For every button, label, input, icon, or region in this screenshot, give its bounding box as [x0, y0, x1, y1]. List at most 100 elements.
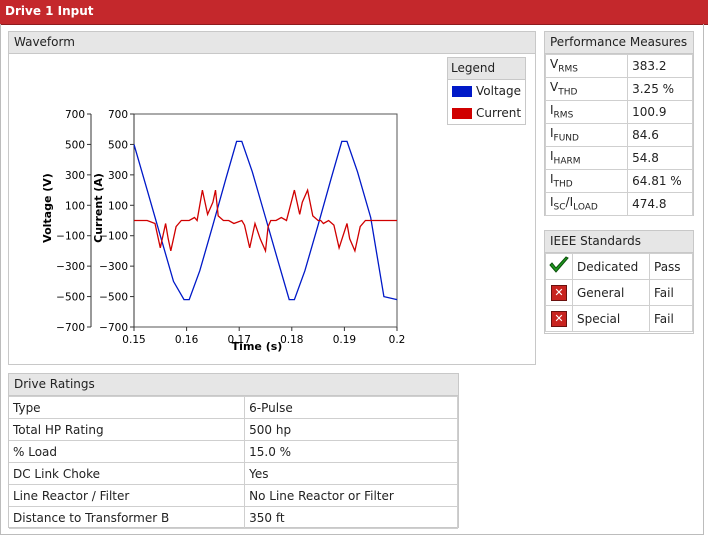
drive-rating-row: % Load 15.0 %: [9, 440, 458, 463]
drive-rating-row: DC Link Choke Yes: [9, 462, 458, 485]
y-tick-label-voltage: 100: [65, 200, 85, 212]
performance-table: VRMS 383.2 VTHD 3.25 % IRMS 100.9 IFUND 84.6 IHA…: [544, 54, 693, 216]
y-tick-label-voltage: −100: [56, 231, 85, 243]
performance-row: ISC/ILOAD 474.8: [544, 192, 693, 216]
performance-label: VRMS: [544, 54, 629, 78]
drive-ratings-table: Type 6-Pulse Total HP Rating 500 hp% Load 15…: [9, 396, 458, 529]
ieee-result: Fail: [649, 279, 693, 306]
y-tick-label-current: −300: [99, 261, 128, 273]
window-title-bar: Drive 1 Input: [0, 0, 708, 25]
y-tick-label-voltage: 300: [65, 170, 85, 182]
y-tick-label-voltage: −300: [56, 261, 85, 273]
legend-item-current: Current: [448, 102, 525, 124]
drive-rating-label: % Load: [9, 440, 246, 463]
drive-rating-value: No Line Reactor or Filter: [244, 484, 458, 507]
drive-rating-label: Line Reactor / Filter: [9, 484, 246, 507]
ieee-status-cell: ✕: [545, 279, 573, 306]
ieee-table: Dedicated Pass ✕ General Fail ✕ Special Fail: [545, 253, 693, 332]
performance-label-main: V: [550, 57, 559, 72]
y-tick-label-voltage: 700: [65, 109, 85, 121]
x-icon: ✕: [551, 284, 567, 301]
legend: Legend Voltage Current: [447, 57, 526, 125]
performance-label-sub: THD: [558, 87, 578, 98]
performance-label-sub: FUND: [553, 133, 579, 144]
performance-label-main: V: [550, 80, 559, 95]
performance-value: 84.6: [627, 123, 693, 147]
drive-rating-value: 6-Pulse: [244, 396, 458, 419]
ieee-standard-name: Dedicated: [572, 253, 650, 280]
x-tick-label: 0.18: [280, 334, 303, 346]
waveform-panel-title: Waveform: [9, 32, 535, 54]
y-tick-label-current: 500: [108, 139, 128, 151]
legend-title: Legend: [448, 58, 525, 80]
performance-label-sub: RMS: [558, 64, 578, 75]
performance-label: IHARM: [544, 146, 629, 170]
drive-rating-value: 500 hp: [244, 418, 458, 441]
performance-value: 383.2: [627, 54, 693, 78]
drive-rating-label: DC Link Choke: [9, 462, 246, 485]
drive-rating-label: Distance to Transformer B: [9, 506, 246, 529]
performance-label-sub: HARM: [553, 156, 581, 167]
performance-row: IRMS 100.9: [544, 100, 693, 124]
performance-value: 3.25 %: [627, 77, 693, 101]
ieee-row: Dedicated Pass: [545, 253, 693, 280]
y-tick-label-current: 700: [108, 109, 128, 121]
y-tick-label-current: 100: [108, 200, 128, 212]
x-axis-label: Time (s): [232, 340, 283, 353]
performance-row: VTHD 3.25 %: [544, 77, 693, 101]
drive-rating-row: Distance to Transformer B 350 ft: [9, 506, 458, 529]
x-tick-label: 0.16: [175, 334, 199, 346]
performance-label: ISC/ILOAD: [544, 192, 629, 216]
ieee-standard-name: General: [572, 279, 650, 306]
performance-label: IRMS: [544, 100, 629, 124]
performance-label-sub: LOAD: [573, 202, 598, 213]
ieee-row: ✕ General Fail: [545, 279, 693, 306]
performance-value: 474.8: [627, 192, 693, 216]
performance-row: IHARM 54.8: [544, 146, 693, 170]
performance-value: 54.8: [627, 146, 693, 170]
performance-panel: Performance Measures VRMS 383.2 VTHD 3.25 %…: [544, 31, 694, 216]
performance-row: VRMS 383.2: [544, 54, 693, 78]
check-icon: [549, 256, 569, 273]
drive-rating-label: Type: [9, 396, 246, 419]
legend-label-current: Current: [476, 106, 522, 120]
x-tick-label: 0.2: [389, 334, 406, 346]
y-axis-label-voltage: Voltage (V): [41, 173, 54, 243]
window-title: Drive 1 Input: [5, 4, 94, 18]
y-tick-label-voltage: −500: [56, 292, 85, 304]
drive-rating-label: Total HP Rating: [9, 418, 246, 441]
performance-label-sub: SC: [553, 202, 566, 213]
performance-label: ITHD: [544, 169, 629, 193]
ieee-result: Pass: [649, 253, 693, 280]
performance-label-sub: THD: [553, 179, 573, 190]
legend-swatch-voltage: [452, 86, 472, 97]
drive-rating-row: Type 6-Pulse: [9, 396, 458, 419]
performance-label: VTHD: [544, 77, 629, 101]
drive-rating-value: Yes: [244, 462, 458, 485]
drive-ratings-panel-title: Drive Ratings: [9, 374, 458, 396]
performance-label-sub: RMS: [553, 110, 574, 121]
drive-rating-row: Total HP Rating 500 hp: [9, 418, 458, 441]
legend-swatch-current: [452, 108, 472, 119]
performance-row: ITHD 64.81 %: [544, 169, 693, 193]
performance-value: 100.9: [627, 100, 693, 124]
ieee-row: ✕ Special Fail: [545, 305, 693, 332]
ieee-status-cell: ✕: [545, 305, 573, 332]
ieee-standard-name: Special: [572, 305, 650, 332]
ieee-panel: IEEE Standards Dedicated Pass ✕ General Fail…: [544, 230, 694, 334]
plot-area: [133, 113, 398, 328]
x-tick-label: 0.19: [333, 334, 356, 346]
legend-item-voltage: Voltage: [448, 80, 525, 102]
x-tick-label: 0.15: [122, 334, 145, 346]
y-tick-label-voltage: 500: [65, 139, 85, 151]
performance-row: IFUND 84.6: [544, 123, 693, 147]
y-tick-label-current: −500: [99, 292, 128, 304]
drive-ratings-panel: Drive Ratings Type 6-Pulse Total HP Rating…: [8, 373, 459, 529]
drive-rating-value: 15.0 %: [244, 440, 458, 463]
ieee-status-cell: [545, 253, 573, 280]
y-tick-label-current: 300: [108, 170, 128, 182]
performance-panel-title: Performance Measures: [545, 32, 693, 54]
drive-rating-value: 350 ft: [244, 506, 458, 529]
y-tick-label-voltage: −700: [56, 322, 85, 334]
ieee-panel-title: IEEE Standards: [545, 231, 693, 253]
